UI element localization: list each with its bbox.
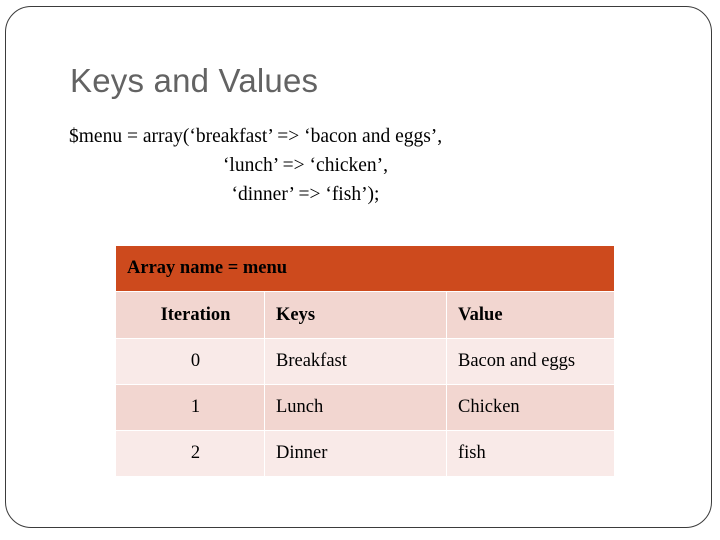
code-line-3: ‘dinner’ => ‘fish’);	[231, 184, 380, 205]
cell-key: Breakfast	[265, 339, 446, 384]
table-caption-row: Array name = menu	[116, 246, 615, 291]
cell-value: Chicken	[447, 385, 615, 430]
table-row: 1 Lunch Chicken	[116, 385, 615, 430]
cell-iteration: 2	[116, 431, 264, 476]
page-title: Keys and Values	[70, 62, 319, 99]
code-snippet: $menu = array(‘breakfast’ => ‘bacon and …	[69, 122, 614, 209]
cell-key: Lunch	[265, 385, 446, 430]
column-header-value: Value	[447, 292, 615, 338]
column-header-iteration: Iteration	[116, 292, 264, 338]
slide-canvas: Keys and Values $menu = array(‘breakfast…	[0, 0, 720, 540]
cell-value: Bacon and eggs	[447, 339, 615, 384]
table-row: 2 Dinner fish	[116, 431, 615, 476]
keys-values-table: Array name = menu Iteration Keys Value 0…	[115, 245, 615, 477]
code-line-2: ‘lunch’ => ‘chicken’,	[222, 155, 389, 176]
code-line-1: $menu = array(‘breakfast’ => ‘bacon and …	[69, 126, 443, 147]
column-header-keys: Keys	[265, 292, 446, 338]
array-name-cell: Array name = menu	[116, 246, 615, 291]
cell-value: fish	[447, 431, 615, 476]
cell-iteration: 1	[116, 385, 264, 430]
cell-key: Dinner	[265, 431, 446, 476]
cell-iteration: 0	[116, 339, 264, 384]
table-header-row: Iteration Keys Value	[116, 292, 615, 338]
table-row: 0 Breakfast Bacon and eggs	[116, 339, 615, 384]
